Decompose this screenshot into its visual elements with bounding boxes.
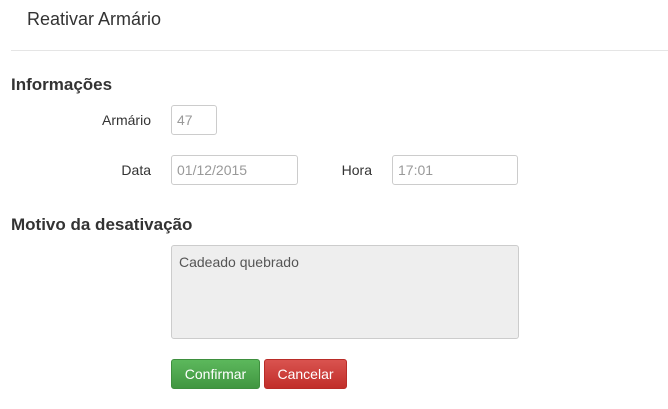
modal-title: Reativar Armário: [27, 9, 162, 29]
armario-label: Armário: [101, 112, 151, 128]
confirm-button[interactable]: Confirmar: [171, 359, 260, 389]
header-divider: [11, 50, 668, 51]
motivo-section-title: Motivo da desativação: [11, 215, 193, 234]
reactivate-locker-modal: Reativar Armário Informações Armário Dat…: [0, 0, 668, 409]
data-field[interactable]: [171, 155, 298, 185]
hora-label: Hora: [341, 162, 372, 178]
hora-field[interactable]: [392, 155, 518, 185]
armario-field[interactable]: [171, 105, 217, 135]
cancel-button[interactable]: Cancelar: [264, 359, 347, 389]
info-section-title: Informações: [11, 75, 113, 94]
data-label: Data: [121, 162, 151, 178]
motivo-textarea[interactable]: Cadeado quebrado: [171, 245, 519, 339]
